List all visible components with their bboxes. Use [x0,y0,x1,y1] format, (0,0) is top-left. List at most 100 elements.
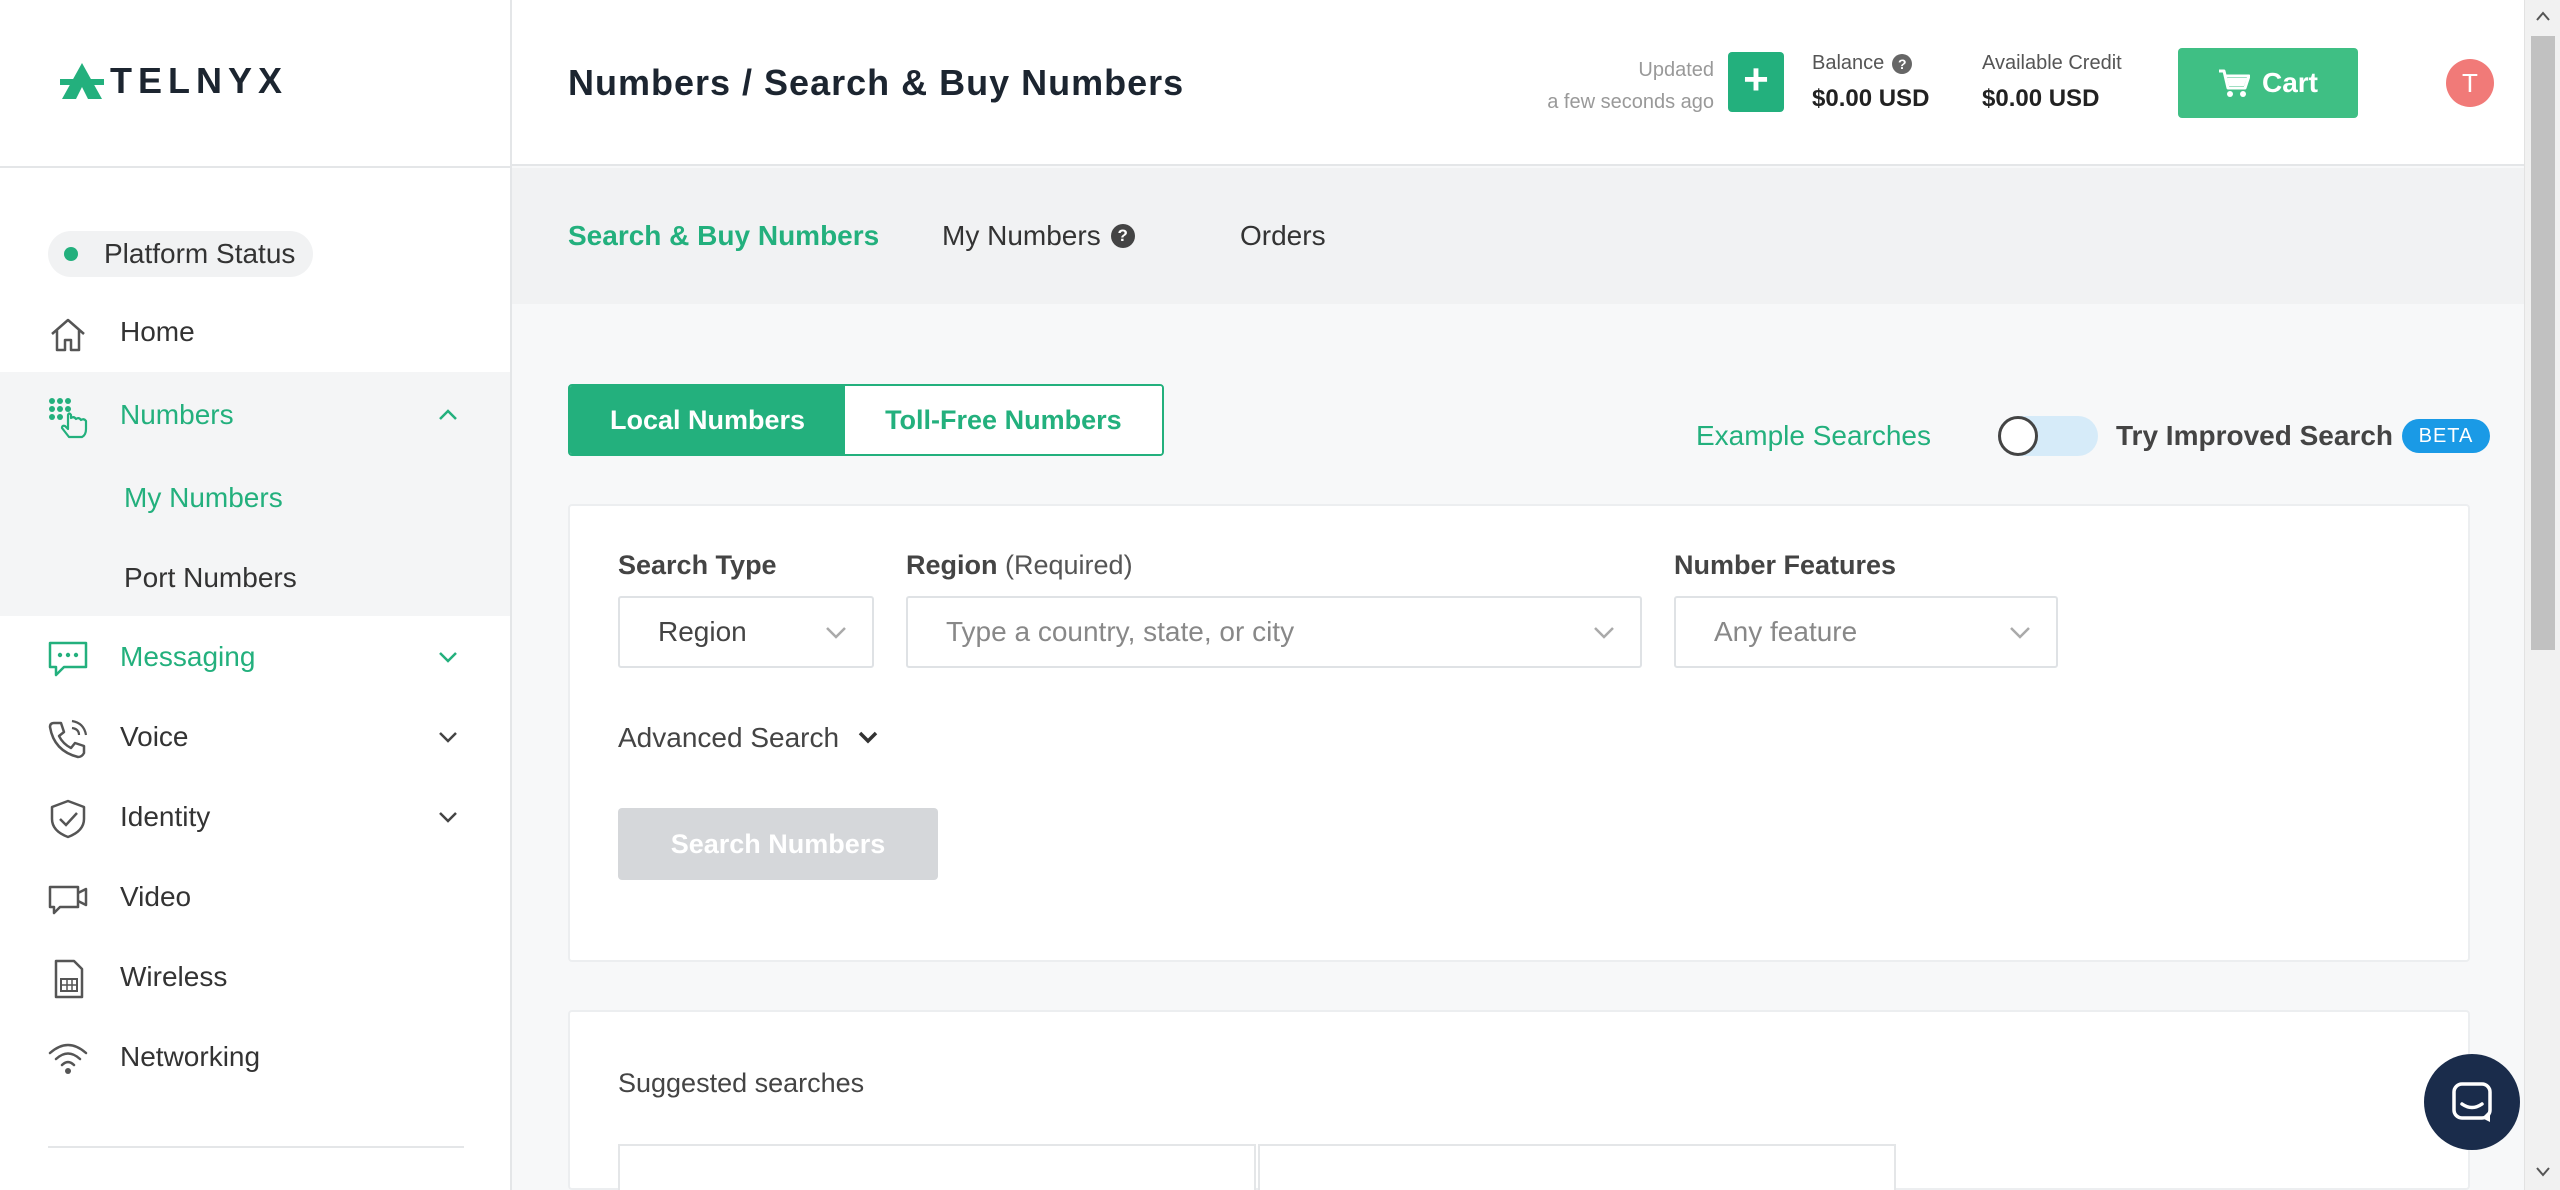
suggested-searches-title: Suggested searches [618,1068,865,1098]
sim-card-icon [54,959,84,999]
available-credit-display: Available Credit $0.00 USD [1982,52,2122,113]
sidebar-item-label: Home [120,316,195,347]
number-features-value: Any feature [1714,616,1858,647]
messaging-icon [48,641,88,677]
chevron-down-icon [439,812,457,823]
logo-text: TELNYX [110,60,289,101]
plus-icon: + [1743,55,1769,104]
search-type-select[interactable]: Region [618,596,874,668]
search-type-value: Region [658,616,747,647]
video-icon [48,885,88,915]
chevron-down-icon [826,627,846,639]
sidebar-item-networking[interactable]: Networking [0,1017,510,1097]
shield-check-icon [50,799,86,839]
suggested-search-item[interactable] [618,1144,1256,1190]
tab-label: My Numbers [942,220,1101,251]
chevron-down-icon [1594,627,1614,639]
sidebar-item-voice[interactable]: Voice [0,697,510,777]
sidebar: TELNYX Platform Status Home Numbers My N… [0,0,512,1190]
toggle-knob [1998,416,2038,456]
sidebar-item-label: Messaging [120,641,256,672]
scrollbar-thumb[interactable] [2531,36,2555,650]
sidebar-item-label: Wireless [120,961,228,992]
scroll-down-arrow-icon[interactable] [2535,1166,2551,1178]
sidebar-item-label: Networking [120,1041,261,1072]
platform-status-pill[interactable]: Platform Status [48,231,314,277]
sidebar-divider [48,1146,464,1148]
user-avatar[interactable]: T [2446,59,2494,107]
improved-search-label: Try Improved Search [2116,420,2394,451]
tab-label: Search & Buy Numbers [568,220,880,251]
toll-free-numbers-button[interactable]: Toll-Free Numbers [845,386,1162,454]
balance-display: Balance ? $0.00 USD [1812,52,1929,113]
sidebar-item-video[interactable]: Video [0,857,510,937]
sidebar-item-messaging[interactable]: Messaging [0,617,510,697]
credit-label: Available Credit [1982,52,2122,74]
credit-value: $0.00 USD [1982,85,2100,112]
beta-badge: BETA [2402,419,2490,453]
sidebar-item-home[interactable]: Home [0,292,510,372]
page-title: Numbers / Search & Buy Numbers [568,62,1185,103]
home-icon [51,318,85,352]
updated-label: Updated [1638,59,1714,81]
sidebar-item-label: Identity [120,801,211,832]
chevron-up-icon [439,409,457,420]
advanced-search-toggle[interactable]: Advanced Search [618,722,879,754]
chevron-down-icon [858,731,878,744]
example-searches-link[interactable]: Example Searches [1696,420,1931,452]
cart-icon [2218,69,2250,97]
tab-search-buy-numbers[interactable]: Search & Buy Numbers [568,220,879,252]
help-icon[interactable]: ? [1892,53,1913,74]
sidebar-item-identity[interactable]: Identity [0,777,510,857]
region-input[interactable]: Type a country, state, or city [906,596,1642,668]
sidebar-item-label: Numbers [120,399,234,430]
number-features-label: Number Features [1674,550,1897,580]
local-numbers-button[interactable]: Local Numbers [570,386,846,454]
platform-status-label: Platform Status [104,238,296,269]
updated-status: Updated a few seconds ago [1547,54,1714,118]
telnyx-logo[interactable]: TELNYX [58,60,288,102]
subnav-my-numbers[interactable]: My Numbers [124,482,283,514]
top-header: Numbers / Search & Buy Numbers Updated a… [512,0,2524,166]
chat-icon [2452,1082,2492,1122]
chat-launcher-button[interactable] [2424,1054,2520,1150]
voice-icon [48,719,88,759]
tab-label: Orders [1240,220,1326,251]
region-placeholder: Type a country, state, or city [946,616,1295,647]
sidebar-item-label: Voice [120,721,189,752]
scroll-up-arrow-icon[interactable] [2535,10,2551,22]
chevron-down-icon [2010,627,2030,639]
tab-orders[interactable]: Orders [1240,220,1326,252]
help-icon[interactable]: ? [1110,224,1135,248]
region-required-text: (Required) [1005,550,1133,580]
telnyx-logo-icon [60,63,104,99]
sidebar-divider [0,166,512,168]
status-dot-icon [64,247,78,261]
sidebar-item-label: Video [120,881,192,912]
cart-button[interactable]: Cart [2178,48,2358,118]
improved-search-toggle[interactable] [1998,416,2098,456]
search-type-label: Search Type [618,550,777,580]
updated-time: a few seconds ago [1547,91,1714,113]
region-label: Region (Required) [906,550,1133,581]
chevron-down-icon [439,732,457,743]
chevron-down-icon [439,652,457,663]
region-label-text: Region [906,550,998,580]
numbers-tabs: Search & Buy Numbers My Numbers ? Orders [512,168,2524,304]
number-type-toggle: Local Numbers Toll-Free Numbers [568,384,1164,456]
wifi-icon [48,1043,88,1074]
page-scrollbar[interactable] [2524,0,2560,1190]
add-funds-button[interactable]: + [1728,52,1784,112]
cart-label: Cart [2261,67,2318,98]
sidebar-item-wireless[interactable]: Wireless [0,937,510,1017]
numbers-icon [49,398,88,439]
subnav-port-numbers[interactable]: Port Numbers [124,562,297,594]
sidebar-item-numbers[interactable]: Numbers [0,375,510,455]
search-numbers-button[interactable]: Search Numbers [618,808,938,880]
advanced-search-label: Advanced Search [618,722,840,753]
suggested-search-item[interactable] [1258,1144,1896,1190]
balance-value: $0.00 USD [1812,85,1930,112]
number-features-select[interactable]: Any feature [1674,596,2058,668]
balance-label: Balance [1812,52,1885,74]
tab-my-numbers[interactable]: My Numbers ? [942,220,1135,252]
